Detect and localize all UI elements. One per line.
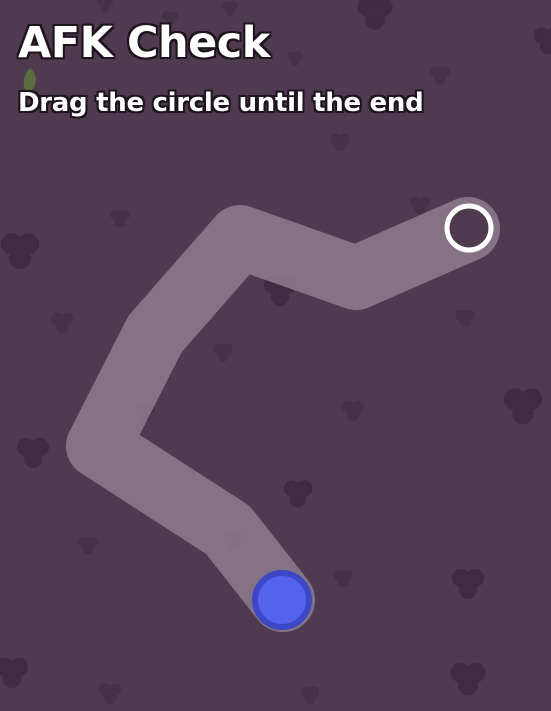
clover-decoration (97, 0, 113, 12)
clover-decoration (17, 438, 49, 468)
clover-decoration (533, 27, 551, 55)
clover-decoration (450, 662, 486, 696)
clover-decoration (222, 1, 238, 16)
clover-decoration (503, 388, 543, 425)
clover-decoration (287, 51, 303, 66)
clover-decoration (357, 0, 393, 30)
clover-decoration (430, 66, 450, 85)
clover-decoration (50, 312, 74, 334)
clover-decoration (283, 480, 313, 508)
drag-path-track (66, 197, 500, 632)
end-target-icon (444, 203, 494, 253)
clover-decoration (333, 569, 353, 588)
clover-decoration (455, 309, 475, 328)
clover-decoration (78, 536, 98, 555)
clover-decoration (98, 683, 122, 705)
drag-circle-icon[interactable] (252, 570, 312, 630)
clover-decoration (0, 658, 28, 688)
instruction-text: Drag the circle until the end (18, 88, 424, 118)
clover-decoration (213, 343, 233, 362)
clover-decoration (341, 400, 365, 422)
clover-decoration (452, 569, 484, 599)
clover-decoration (300, 686, 320, 705)
afk-check-stage: AFK Check Drag the circle until the end (0, 0, 551, 711)
clover-decoration (0, 233, 40, 270)
page-title: AFK Check (18, 18, 270, 68)
clover-decoration (410, 196, 430, 215)
clover-decoration (330, 133, 350, 152)
clover-decoration (110, 209, 130, 228)
